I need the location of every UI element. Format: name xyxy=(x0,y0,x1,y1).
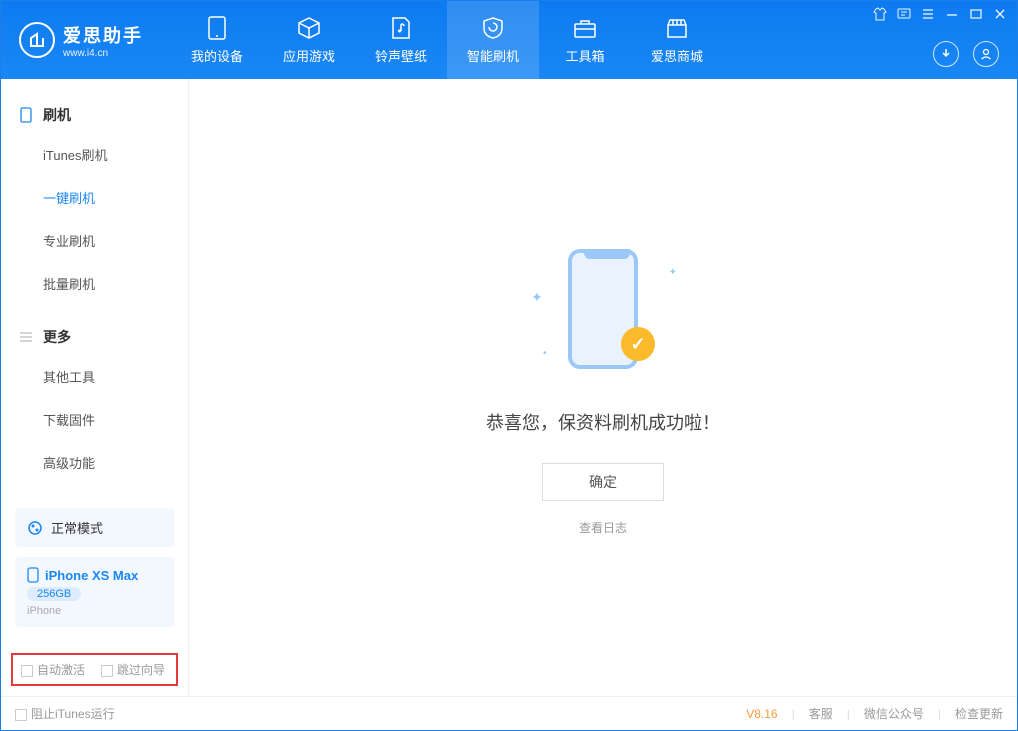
window-controls xyxy=(873,7,1007,21)
body-area: 刷机 iTunes刷机 一键刷机 专业刷机 批量刷机 更多 其他工具 下载固件 … xyxy=(1,79,1017,696)
sidebar-bottom: 正常模式 iPhone XS Max 256GB iPhone xyxy=(1,498,188,647)
tab-smart-flash[interactable]: 智能刷机 xyxy=(447,1,539,79)
maximize-button[interactable] xyxy=(969,7,983,21)
statusbar-left: 阻止iTunes运行 xyxy=(15,705,115,722)
check-update-link[interactable]: 检查更新 xyxy=(955,705,1003,722)
app-name-cn: 爱思助手 xyxy=(63,22,143,48)
sparkle-icon: • xyxy=(543,348,547,359)
sidebar-group-more: 更多 xyxy=(1,319,188,355)
mode-card[interactable]: 正常模式 xyxy=(15,508,174,547)
logo-area: 爱思助手 www.i4.cn xyxy=(1,22,161,59)
phone-icon xyxy=(19,108,33,122)
close-button[interactable] xyxy=(993,7,1007,21)
skip-guide-label: 跳过向导 xyxy=(117,663,165,677)
block-itunes-label: 阻止iTunes运行 xyxy=(31,707,115,721)
cube-icon xyxy=(297,16,321,40)
device-card[interactable]: iPhone XS Max 256GB iPhone xyxy=(15,557,174,627)
group-label: 更多 xyxy=(43,327,71,347)
tab-toolbox[interactable]: 工具箱 xyxy=(539,1,631,79)
tab-label: 爱思商城 xyxy=(651,46,703,65)
list-icon xyxy=(19,330,33,344)
tab-apps-games[interactable]: 应用游戏 xyxy=(263,1,355,79)
sidebar-group-flash: 刷机 xyxy=(1,97,188,133)
wechat-link[interactable]: 微信公众号 xyxy=(864,705,924,722)
header-right-icons xyxy=(933,41,999,67)
device-name: iPhone XS Max xyxy=(45,568,138,583)
main-tabs: 我的设备 应用游戏 铃声壁纸 智能刷机 工具箱 爱思商城 xyxy=(171,1,723,79)
version-label: V8.16 xyxy=(746,707,777,721)
tab-store[interactable]: 爱思商城 xyxy=(631,1,723,79)
device-icon xyxy=(205,16,229,40)
mode-icon xyxy=(27,520,43,536)
device-type: iPhone xyxy=(27,605,61,617)
statusbar: 阻止iTunes运行 V8.16 | 客服 | 微信公众号 | 检查更新 xyxy=(1,696,1017,730)
support-link[interactable]: 客服 xyxy=(809,705,833,722)
tab-label: 智能刷机 xyxy=(467,46,519,65)
auto-activate-label: 自动激活 xyxy=(37,663,85,677)
store-icon xyxy=(665,16,689,40)
ok-button[interactable]: 确定 xyxy=(542,463,664,501)
sparkle-icon: ✦ xyxy=(669,267,677,278)
result-message: 恭喜您，保资料刷机成功啦！ xyxy=(486,409,720,435)
auto-activate-checkbox[interactable]: 自动激活 xyxy=(21,661,85,678)
sidebar-item-download-firmware[interactable]: 下载固件 xyxy=(1,398,188,441)
main-content: ✦ ✦ • ✓ 恭喜您，保资料刷机成功啦！ 确定 查看日志 xyxy=(189,79,1017,696)
shield-icon xyxy=(481,16,505,40)
device-icon xyxy=(27,567,39,583)
logo-text: 爱思助手 www.i4.cn xyxy=(63,22,143,59)
tab-label: 铃声壁纸 xyxy=(375,46,427,65)
feedback-icon[interactable] xyxy=(897,7,911,21)
tab-label: 应用游戏 xyxy=(283,46,335,65)
sparkle-icon: ✦ xyxy=(531,289,543,306)
shirt-icon[interactable] xyxy=(873,7,887,21)
view-log-link[interactable]: 查看日志 xyxy=(579,519,627,536)
sidebar-item-batch-flash[interactable]: 批量刷机 xyxy=(1,262,188,305)
success-illustration: ✦ ✦ • ✓ xyxy=(523,239,683,379)
minimize-button[interactable] xyxy=(945,7,959,21)
tab-ringtone-wallpaper[interactable]: 铃声壁纸 xyxy=(355,1,447,79)
menu-icon[interactable] xyxy=(921,7,935,21)
sidebar-item-advanced[interactable]: 高级功能 xyxy=(1,441,188,484)
sidebar-item-onekey-flash[interactable]: 一键刷机 xyxy=(1,176,188,219)
toolbox-icon xyxy=(573,16,597,40)
check-badge-icon: ✓ xyxy=(621,327,655,361)
device-storage-badge: 256GB xyxy=(27,587,81,601)
sidebar-item-pro-flash[interactable]: 专业刷机 xyxy=(1,219,188,262)
sidebar: 刷机 iTunes刷机 一键刷机 专业刷机 批量刷机 更多 其他工具 下载固件 … xyxy=(1,79,189,696)
sidebar-item-other-tools[interactable]: 其他工具 xyxy=(1,355,188,398)
sidebar-item-itunes-flash[interactable]: iTunes刷机 xyxy=(1,133,188,176)
block-itunes-checkbox[interactable]: 阻止iTunes运行 xyxy=(15,705,115,722)
tab-label: 我的设备 xyxy=(191,46,243,65)
app-name-en: www.i4.cn xyxy=(63,48,143,59)
flash-options-row: 自动激活 跳过向导 xyxy=(11,653,178,686)
titlebar: 爱思助手 www.i4.cn 我的设备 应用游戏 铃声壁纸 智能刷机 xyxy=(1,1,1017,79)
mode-label: 正常模式 xyxy=(51,518,103,537)
app-window: 爱思助手 www.i4.cn 我的设备 应用游戏 铃声壁纸 智能刷机 xyxy=(0,0,1018,731)
statusbar-right: V8.16 | 客服 | 微信公众号 | 检查更新 xyxy=(746,705,1003,722)
sidebar-scroll: 刷机 iTunes刷机 一键刷机 专业刷机 批量刷机 更多 其他工具 下载固件 … xyxy=(1,79,188,498)
download-button[interactable] xyxy=(933,41,959,67)
logo-icon xyxy=(19,22,55,58)
user-button[interactable] xyxy=(973,41,999,67)
tab-my-device[interactable]: 我的设备 xyxy=(171,1,263,79)
music-file-icon xyxy=(389,16,413,40)
skip-guide-checkbox[interactable]: 跳过向导 xyxy=(101,661,165,678)
tab-label: 工具箱 xyxy=(565,46,604,65)
group-label: 刷机 xyxy=(43,105,71,125)
